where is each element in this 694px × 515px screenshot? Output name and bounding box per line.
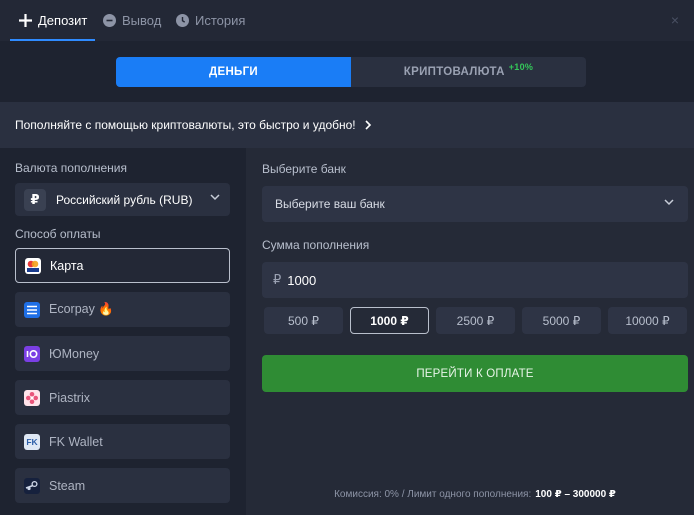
bank-placeholder: Выберите ваш банк (275, 197, 385, 211)
steam-icon (24, 477, 40, 494)
method-card[interactable]: Карта (15, 248, 230, 283)
method-fk-wallet-label: FK Wallet (49, 434, 103, 449)
method-steam-label: Steam (49, 478, 86, 493)
method-fk-wallet[interactable]: FK FK Wallet (15, 424, 230, 459)
minus-circle-icon (102, 14, 116, 28)
tab-withdraw-label: Вывод (122, 13, 162, 28)
fk-wallet-icon: FK (24, 433, 40, 450)
chevron-right-icon (365, 120, 371, 130)
proceed-to-payment-button[interactable]: ПЕРЕЙТИ К ОПЛАТЕ (262, 355, 688, 392)
preset-5000[interactable]: 5000 ₽ (522, 307, 601, 334)
tab-withdraw[interactable]: Вывод (102, 0, 161, 41)
piastrix-icon (24, 389, 40, 406)
preset-2500[interactable]: 2500 ₽ (436, 307, 515, 334)
visa-card-icon (25, 257, 41, 274)
clock-icon (175, 14, 189, 28)
tab-history[interactable]: История (175, 0, 245, 41)
method-piastrix[interactable]: Piastrix (15, 380, 230, 415)
method-yoomoney-label: ЮMoney (49, 346, 100, 361)
preset-1000[interactable]: 1000 ₽ (350, 307, 429, 334)
crypto-tab-button[interactable]: КРИПТОВАЛЮТА +10% (351, 57, 586, 87)
close-icon[interactable]: × (668, 13, 682, 27)
crypto-tab-label: КРИПТОВАЛЮТА (403, 66, 505, 78)
method-ecorpay-label: Ecorpay 🔥 (49, 302, 114, 316)
method-piastrix-label: Piastrix (49, 390, 90, 405)
tab-deposit-label: Депозит (38, 13, 88, 28)
amount-input[interactable]: ₽ 1000 (262, 262, 688, 298)
money-tab-button[interactable]: ДЕНЬГИ (116, 57, 351, 87)
method-label: Способ оплаты (15, 227, 101, 241)
tab-history-label: История (195, 13, 246, 28)
preset-500[interactable]: 500 ₽ (264, 307, 343, 334)
crypto-promo-banner[interactable]: Пополняйте с помощью криптовалюты, это б… (0, 102, 694, 148)
method-steam[interactable]: Steam (15, 468, 230, 503)
currency-value: Российский рубль (RUB) (56, 192, 193, 207)
currency-select[interactable]: ₽ Российский рубль (RUB) (15, 183, 230, 216)
chevron-down-icon (664, 199, 674, 206)
money-tab-label: ДЕНЬГИ (208, 66, 259, 78)
ruble-icon: ₽ (24, 188, 46, 211)
ruble-prefix: ₽ (273, 272, 282, 287)
commission-limit-info: Комиссия: 0% / Лимит одного пополнения: 1… (262, 489, 688, 500)
footer-text: Комиссия: 0% / Лимит одного пополнения: (334, 489, 532, 500)
deposit-type-switch: ДЕНЬГИ КРИПТОВАЛЮТА +10% (116, 57, 586, 87)
method-yoomoney[interactable]: ЮMoney (15, 336, 230, 371)
method-ecorpay[interactable]: Ecorpay 🔥 (15, 292, 230, 327)
footer-limit: 100 ₽ – 300000 ₽ (535, 489, 616, 500)
bank-label: Выберите банк (262, 162, 346, 176)
currency-label: Валюта пополнения (15, 161, 127, 175)
method-card-label: Карта (50, 258, 84, 273)
crypto-bonus-badge: +10% (508, 62, 534, 72)
yoomoney-icon (24, 345, 40, 362)
amount-value: 1000 (287, 272, 317, 288)
bank-select[interactable]: Выберите ваш банк (262, 186, 688, 222)
plus-icon (18, 14, 32, 28)
tab-deposit[interactable]: Депозит (9, 0, 96, 41)
promo-text: Пополняйте с помощью криптовалюты, это б… (15, 118, 356, 132)
amount-label: Сумма пополнения (262, 238, 370, 252)
pay-button-label: ПЕРЕЙТИ К ОПЛАТЕ (416, 367, 534, 380)
chevron-down-icon (210, 194, 220, 201)
preset-10000[interactable]: 10000 ₽ (608, 307, 687, 334)
ecorpay-icon (24, 301, 40, 318)
